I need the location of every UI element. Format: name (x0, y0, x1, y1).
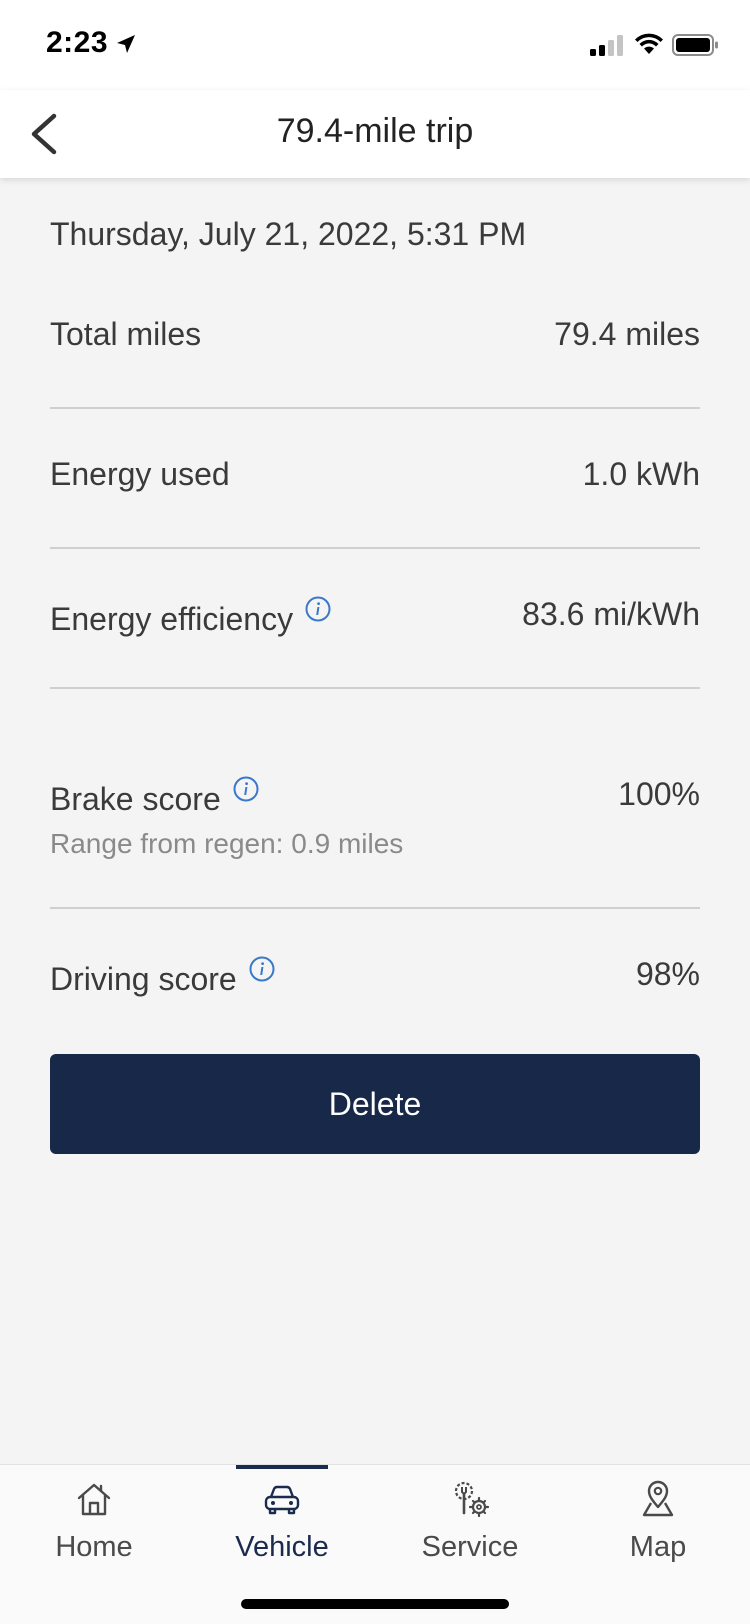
row-label: Energy efficiency (50, 596, 331, 638)
divider (50, 547, 700, 549)
tab-map[interactable]: Map (564, 1465, 750, 1575)
info-icon[interactable] (305, 596, 331, 622)
status-bar: 2:23 (0, 0, 750, 90)
row-value: 100% (618, 776, 700, 812)
tab-vehicle[interactable]: Vehicle (188, 1465, 376, 1575)
row-label-text: Energy efficiency (50, 601, 294, 637)
row-label: Total miles (50, 316, 202, 352)
tab-label: Vehicle (235, 1531, 329, 1563)
row-label: Energy used (50, 456, 230, 492)
map-pin-icon (642, 1480, 674, 1517)
info-icon[interactable] (233, 776, 259, 802)
tab-home[interactable]: Home (0, 1465, 188, 1575)
row-label-text: Driving score (50, 961, 237, 997)
home-icon (77, 1483, 111, 1516)
status-time: 2:23 (46, 26, 109, 59)
row-label: Brake score (50, 776, 259, 818)
row-label-text: Brake score (50, 781, 221, 817)
row-value: 83.6 mi/kWh (522, 596, 700, 632)
cellular-signal-icon (590, 35, 623, 56)
row-label: Driving score (50, 956, 275, 998)
home-indicator (241, 1599, 509, 1609)
car-icon (264, 1485, 300, 1515)
tab-label: Map (629, 1531, 687, 1563)
trip-detail-screen: 2:23 79.4-mile trip Thursday, July 21, 2… (0, 0, 750, 1624)
tab-service[interactable]: Service (376, 1465, 564, 1575)
wifi-icon (635, 33, 663, 54)
row-value: 1.0 kWh (582, 456, 700, 492)
divider (50, 407, 700, 409)
location-arrow-icon (117, 35, 135, 53)
page-title: 79.4-mile trip (276, 112, 474, 150)
trip-date: Thursday, July 21, 2022, 5:31 PM (50, 216, 527, 252)
row-value: 79.4 miles (554, 316, 700, 352)
battery-icon (672, 34, 718, 56)
tab-label: Home (55, 1531, 133, 1563)
divider (50, 907, 700, 909)
row-value: 98% (635, 956, 700, 992)
info-icon[interactable] (249, 956, 275, 982)
delete-button[interactable]: Delete (50, 1054, 700, 1154)
divider (50, 687, 700, 689)
row-subtext: Range from regen: 0.9 miles (50, 828, 404, 859)
service-gear-icon (454, 1481, 490, 1518)
nav-header: 79.4-mile trip (0, 90, 750, 178)
tab-label: Service (421, 1531, 519, 1563)
